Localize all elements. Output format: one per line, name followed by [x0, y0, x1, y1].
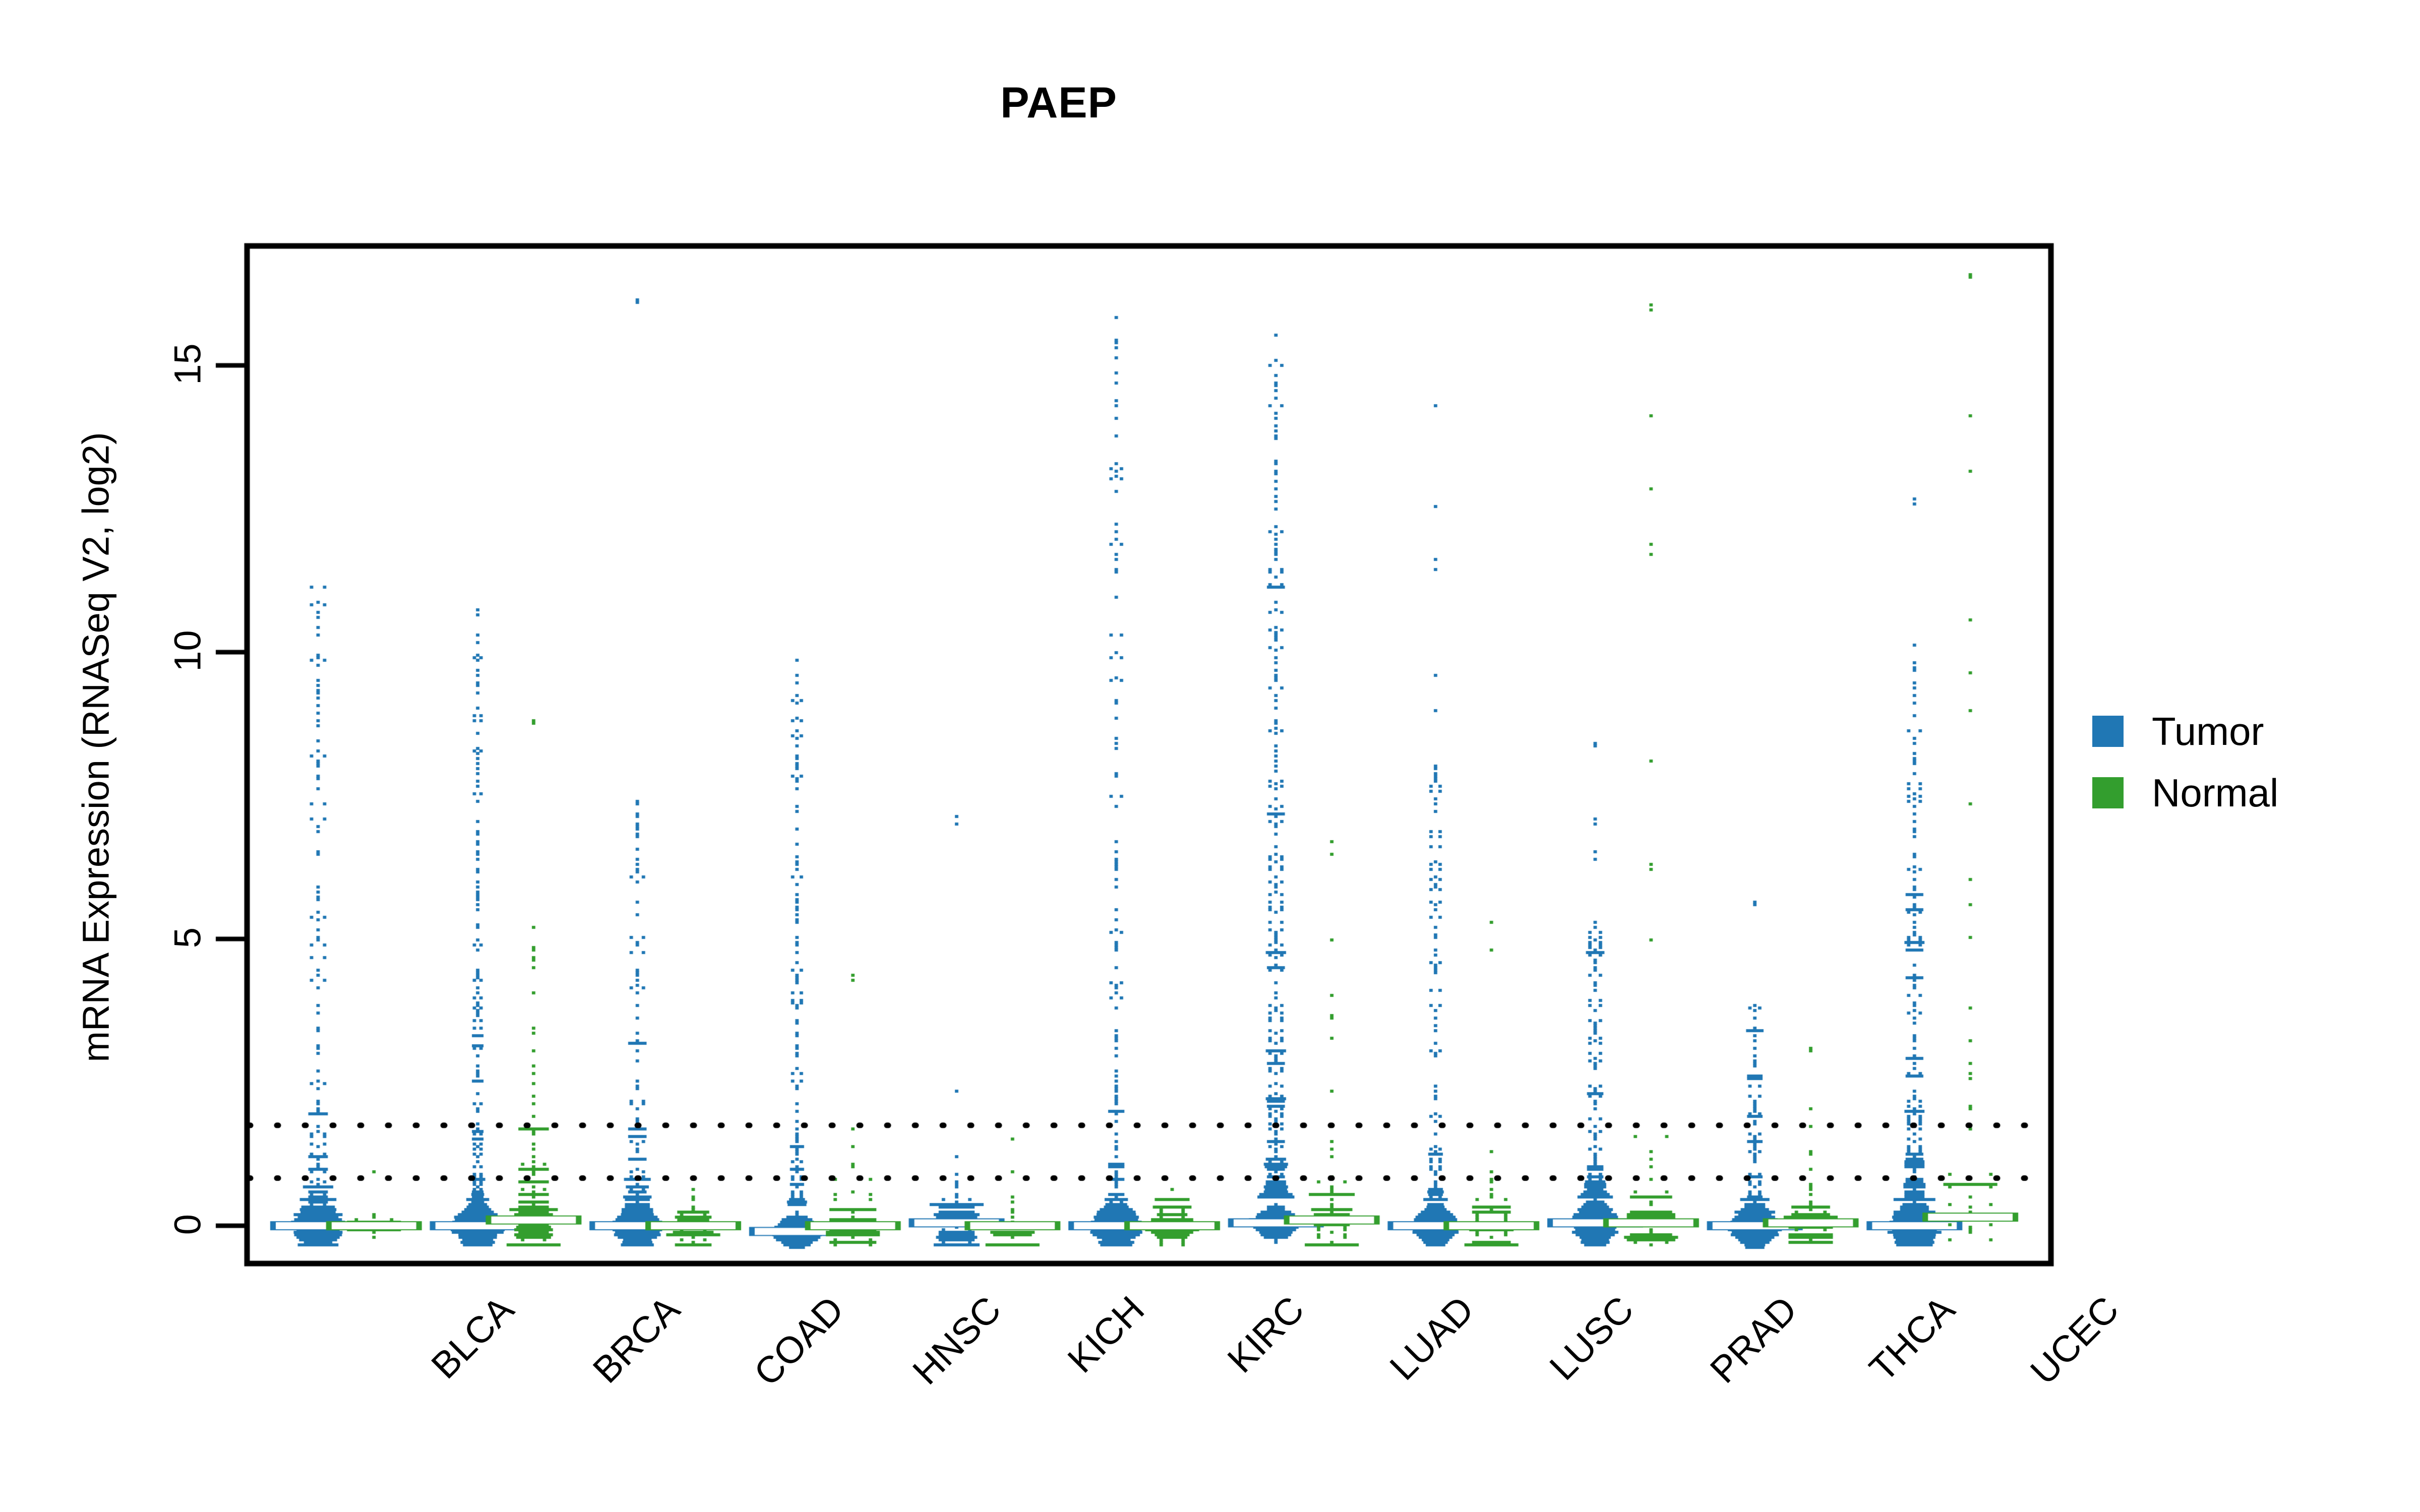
page-title: PAEP — [1000, 79, 1117, 127]
y-tick-label: 10 — [166, 630, 209, 672]
chart-page: PAEP mRNA Expression (RNASeq V2, log2) 0… — [0, 0, 2420, 1512]
y-axis-title: mRNA Expression (RNASeq V2, log2) — [75, 432, 117, 1062]
y-tick-label: 5 — [166, 927, 209, 949]
legend-swatch-normal — [2092, 777, 2124, 808]
legend-label-normal: Normal — [2152, 770, 2279, 815]
legend-label-tumor: Tumor — [2152, 709, 2264, 753]
legend-swatch-tumor — [2092, 716, 2124, 747]
beeswarm-plot-canvas — [0, 0, 2420, 1512]
legend-item-normal: Normal — [2092, 762, 2278, 824]
legend-item-tumor: Tumor — [2092, 701, 2278, 762]
chart-legend: Tumor Normal — [2092, 701, 2278, 824]
y-tick-label: 15 — [166, 343, 209, 385]
y-tick-label: 0 — [166, 1214, 209, 1235]
